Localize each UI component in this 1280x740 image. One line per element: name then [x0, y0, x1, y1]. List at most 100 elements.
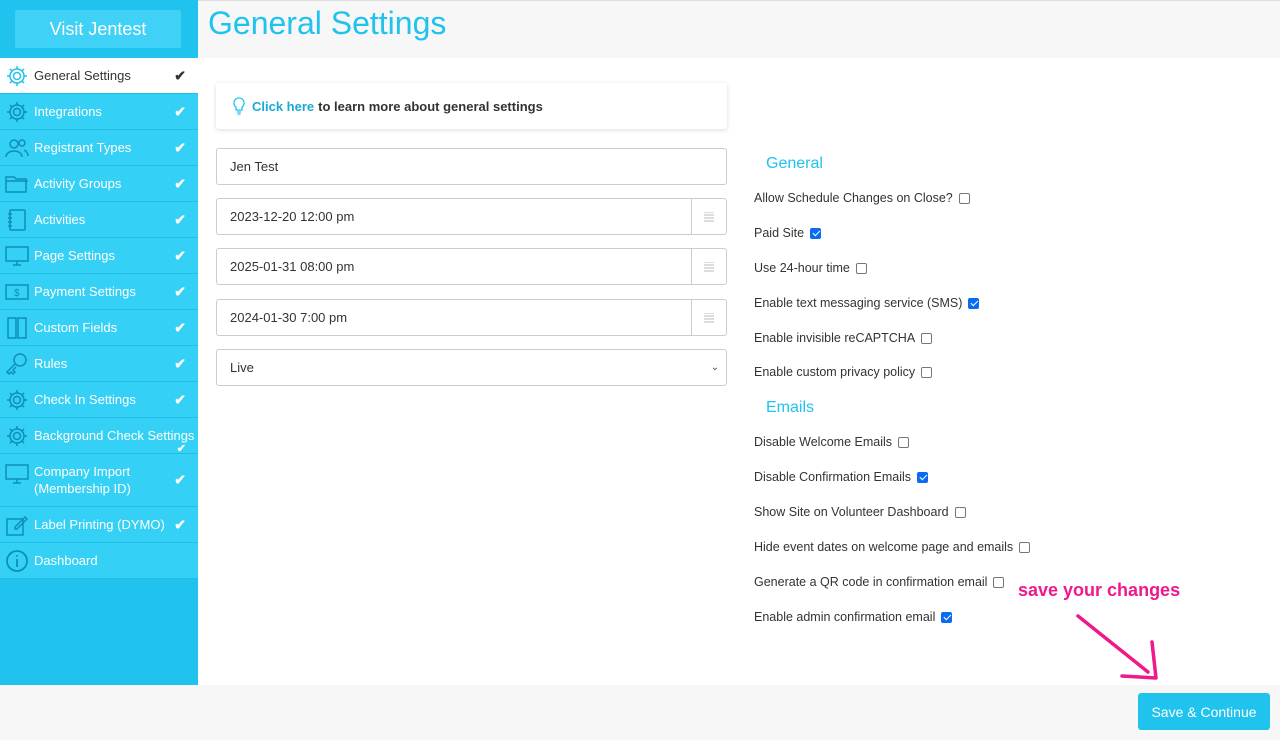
check-icon: ✔: [174, 471, 186, 488]
option-label: Paid Site: [754, 226, 805, 240]
edit-icon: [0, 507, 34, 543]
gear-icon: [0, 58, 34, 94]
site-name-field[interactable]: Jen Test: [216, 148, 727, 185]
option-checkbox[interactable]: [958, 192, 970, 204]
sidebar-item-page-settings[interactable]: Page Settings ✔: [0, 238, 198, 274]
check-icon: ✔: [174, 175, 186, 191]
lightbulb-icon: [233, 97, 245, 115]
option-label: Hide event dates on welcome page and ema…: [754, 540, 1014, 554]
option-row: Enable admin confirmation email: [754, 609, 953, 625]
option-row: Paid Site: [754, 225, 822, 241]
emails-section-title: Emails: [766, 399, 815, 416]
option-row: Hide event dates on welcome page and ema…: [754, 539, 1031, 555]
visit-site-button[interactable]: Visit Jentest: [15, 10, 181, 48]
calendar-icon[interactable]: [691, 249, 726, 284]
key-icon: [0, 346, 34, 382]
start-date-value: 2023-12-20 12:00 pm: [230, 209, 355, 224]
sidebar-item-activity-groups[interactable]: Activity Groups ✔: [0, 166, 198, 202]
check-icon: ✔: [174, 516, 186, 532]
help-link[interactable]: Click here: [252, 99, 314, 114]
status-select[interactable]: Live ⌄: [216, 349, 727, 386]
option-label: Allow Schedule Changes on Close?: [754, 191, 953, 205]
option-label: Disable Confirmation Emails: [754, 470, 912, 484]
sidebar-item-dashboard[interactable]: Dashboard: [0, 543, 198, 579]
folder-icon: [0, 166, 34, 202]
option-label: Enable text messaging service (SMS): [754, 296, 963, 310]
option-label: Enable custom privacy policy: [754, 365, 916, 379]
option-row: Disable Confirmation Emails: [754, 469, 929, 485]
dollar-icon: $: [0, 274, 34, 310]
sidebar-item-label-printing[interactable]: Label Printing (DYMO) ✔: [0, 507, 198, 543]
option-row: Enable invisible reCAPTCHA: [754, 330, 933, 346]
option-checkbox[interactable]: [921, 332, 933, 344]
help-text: to learn more about general settings: [318, 98, 543, 114]
option-row: Enable text messaging service (SMS): [754, 295, 980, 311]
option-checkbox[interactable]: [855, 262, 867, 274]
sidebar-item-rules[interactable]: Rules ✔: [0, 346, 198, 382]
option-checkbox[interactable]: [921, 366, 933, 378]
page-header: General Settings: [198, 0, 1280, 58]
sidebar-item-general-settings[interactable]: General Settings ✔: [0, 58, 198, 94]
info-icon: [0, 543, 34, 579]
option-row: Disable Welcome Emails: [754, 434, 910, 450]
sidebar-item-activities[interactable]: Activities ✔: [0, 202, 198, 238]
option-checkbox[interactable]: [941, 611, 953, 623]
option-checkbox[interactable]: [993, 576, 1005, 588]
users-icon: [0, 130, 34, 166]
annotation-text: save your changes: [1018, 580, 1181, 600]
check-icon: ✔: [174, 319, 186, 335]
sidebar-item-integrations[interactable]: Integrations ✔: [0, 94, 198, 130]
save-continue-button[interactable]: Save & Continue: [1138, 693, 1270, 730]
sidebar-item-label: Dashboard: [34, 553, 98, 568]
option-row: Generate a QR code in confirmation email: [754, 574, 1005, 590]
notebook-icon: [0, 202, 34, 238]
page-title: General Settings: [208, 5, 447, 41]
chevron-down-icon: ⌄: [710, 362, 720, 373]
sidebar-item-registrant-types[interactable]: Registrant Types ✔: [0, 130, 198, 166]
sidebar-item-payment-settings[interactable]: $ Payment Settings ✔: [0, 274, 198, 310]
sidebar-item-custom-fields[interactable]: Custom Fields ✔: [0, 310, 198, 346]
monitor-icon: [0, 456, 34, 492]
option-row: Allow Schedule Changes on Close?: [754, 190, 970, 206]
gear-icon: [0, 94, 34, 130]
option-checkbox[interactable]: [1019, 541, 1031, 553]
sidebar-item-background-check-settings[interactable]: Background Check Settings ✔: [0, 418, 198, 455]
sidebar-item-check-in-settings[interactable]: Check In Settings ✔: [0, 382, 198, 418]
site-name-value: Jen Test: [230, 159, 279, 174]
check-icon: ✔: [174, 211, 186, 227]
book-icon: [0, 310, 34, 346]
option-row: Use 24-hour time: [754, 260, 867, 276]
general-section-title: General: [766, 155, 823, 172]
help-callout: Click here to learn more about general s…: [216, 83, 727, 129]
end-date-field[interactable]: 2025-01-31 08:00 pm: [216, 248, 727, 285]
check-icon: ✔: [174, 67, 186, 83]
end-date-value: 2025-01-31 08:00 pm: [230, 259, 355, 274]
option-checkbox[interactable]: [968, 297, 980, 309]
sidebar: Visit Jentest General Settings ✔ Integra…: [0, 0, 198, 685]
sidebar-item-label: Background Check Settings: [34, 428, 195, 443]
option-checkbox[interactable]: [954, 506, 966, 518]
arrow-icon: [1076, 614, 1158, 680]
option-label: Enable invisible reCAPTCHA: [754, 331, 916, 345]
gear-icon: [0, 382, 34, 418]
check-icon: ✔: [174, 139, 186, 155]
option-label: Generate a QR code in confirmation email: [754, 575, 988, 589]
status-value: Live: [230, 360, 254, 375]
option-row: Show Site on Volunteer Dashboard: [754, 504, 966, 520]
option-label: Enable admin confirmation email: [754, 610, 936, 624]
sidebar-nav: General Settings ✔ Integrations ✔ Regist…: [0, 58, 198, 579]
calendar-icon[interactable]: [691, 199, 726, 234]
monitor-icon: [0, 238, 34, 274]
option-row: Enable custom privacy policy: [754, 364, 933, 380]
sidebar-item-company-import[interactable]: Company Import (Membership ID) ✔: [0, 454, 198, 507]
check-icon: ✔: [174, 247, 186, 263]
option-checkbox[interactable]: [898, 436, 910, 448]
close-date-field[interactable]: 2024-01-30 7:00 pm: [216, 299, 727, 336]
option-label: Show Site on Volunteer Dashboard: [754, 505, 949, 519]
option-checkbox[interactable]: [917, 471, 929, 483]
gear-icon: [0, 418, 34, 454]
start-date-field[interactable]: 2023-12-20 12:00 pm: [216, 198, 727, 235]
option-label: Disable Welcome Emails: [754, 435, 893, 449]
calendar-icon[interactable]: [691, 300, 726, 335]
option-checkbox[interactable]: [810, 227, 822, 239]
